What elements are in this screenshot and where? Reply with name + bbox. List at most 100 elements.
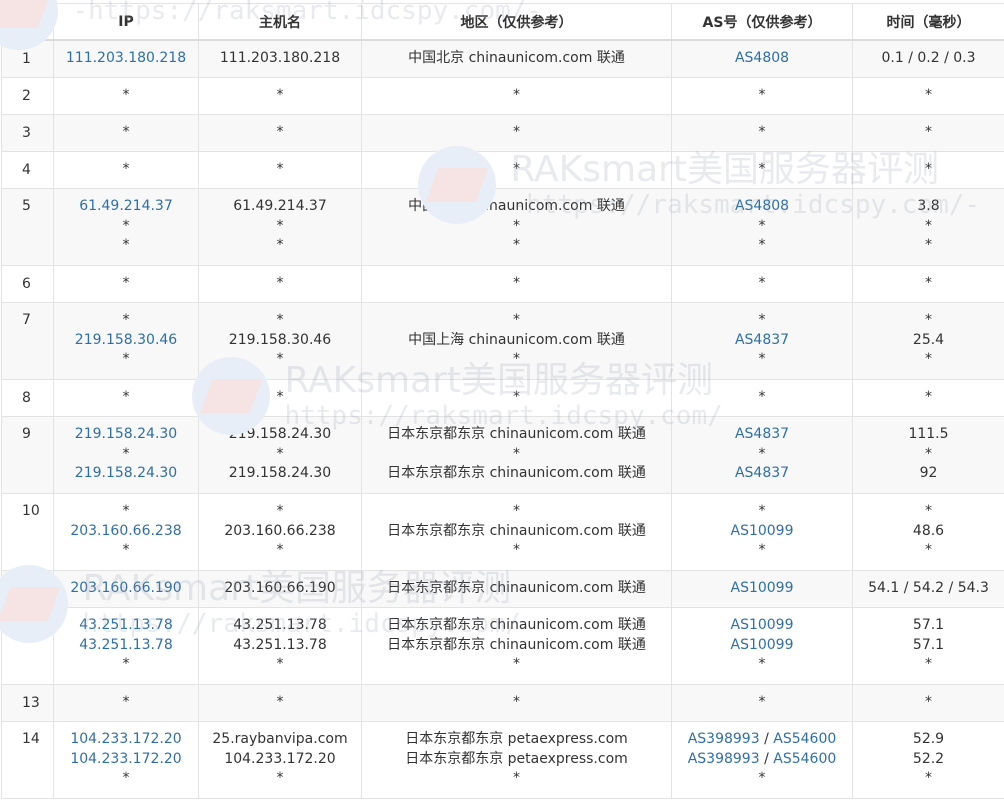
region-line: 中国上海 chinaunicom.com 联通: [408, 331, 625, 348]
time-ms-cell: * 48.6 *: [852, 492, 1004, 571]
ip-link[interactable]: 104.233.172.20: [54, 750, 198, 770]
as-number-cell: AS4808 * *: [671, 187, 853, 266]
as-number-line: *: [672, 769, 852, 789]
hostname-line: 25.raybanvipa.com: [212, 731, 348, 748]
time-ms-cell: 111.5 * 92: [852, 415, 1004, 494]
as-number-link[interactable]: AS4808: [735, 198, 789, 214]
as-number-link[interactable]: AS10099: [731, 637, 794, 653]
as-number-line: AS398993 / AS54600: [672, 730, 852, 750]
region-cell: *: [361, 683, 672, 722]
table-body: 1 111.203.180.218 111.203.180.218 中国北京 chin…: [1, 39, 1004, 799]
time-ms-line: 25.4: [912, 331, 945, 348]
table-row: 9 219.158.24.30 * 219.158.24.30 219.158.24.3…: [1, 415, 1004, 494]
region-line: *: [513, 123, 520, 140]
ip-cell: * 203.160.66.238 *: [53, 492, 199, 571]
as-number-unknown: *: [758, 388, 766, 405]
as-number-cell: AS398993 / AS54600 AS398993 / AS54600 *: [671, 720, 853, 799]
as-number-unknown: *: [758, 445, 766, 462]
time-ms-line: 57.1: [912, 617, 945, 634]
as-number-unknown: *: [758, 770, 766, 787]
table-row: 3 * * * * *: [1, 113, 1004, 152]
hostname-line: *: [276, 237, 284, 254]
region-line: 中国北京 chinaunicom.com 联通: [408, 198, 625, 215]
as-number-link[interactable]: AS4837: [735, 332, 789, 348]
region-line: *: [513, 656, 520, 673]
region-line: 日本东京都东京 chinaunicom.com 联通: [387, 426, 646, 443]
time-ms-cell: *: [852, 264, 1004, 303]
table-row: 4 * * * * *: [1, 150, 1004, 189]
hostname-line: 219.158.24.30: [228, 465, 332, 482]
ip-link[interactable]: 203.160.66.190: [54, 579, 198, 599]
hostname-cell: *: [198, 150, 362, 189]
hostname-cell: *: [198, 113, 362, 152]
as-number-unknown: *: [758, 274, 766, 291]
hostname-cell: * 219.158.30.46 *: [198, 301, 362, 380]
region-line: *: [513, 445, 520, 462]
ip-link[interactable]: 111.203.180.218: [54, 49, 198, 69]
hostname-cell: *: [198, 683, 362, 722]
table-row: 14 104.233.172.20 104.233.172.20 * 25.rayban…: [1, 720, 1004, 799]
time-ms-line: 54.1 / 54.2 / 54.3: [868, 579, 989, 596]
as-number-link[interactable]: AS398993: [688, 751, 760, 767]
ip-link[interactable]: 219.158.30.46: [54, 331, 198, 351]
ip-link[interactable]: 61.49.214.37: [54, 197, 198, 217]
as-number-line: AS4837: [672, 464, 852, 484]
as-separator: /: [759, 731, 774, 748]
ip-line: *: [122, 237, 130, 254]
ip-link[interactable]: 219.158.24.30: [54, 464, 198, 484]
region-cell: 日本东京都东京 petaexpress.com 日本东京都东京 petaexpre…: [361, 720, 672, 799]
hostname-cell: 43.251.13.78 43.251.13.78 *: [198, 606, 362, 685]
ip-link[interactable]: 43.251.13.78: [54, 636, 198, 656]
as-number-line: *: [672, 123, 852, 143]
as-number-link[interactable]: AS10099: [731, 617, 794, 633]
as-number-line: AS10099: [672, 636, 852, 656]
ip-line: *: [122, 123, 130, 140]
table-row: 1 111.203.180.218 111.203.180.218 中国北京 chin…: [1, 39, 1004, 78]
ip-link[interactable]: 104.233.172.20: [54, 730, 198, 750]
time-ms-line: 0.1 / 0.2 / 0.3: [881, 50, 976, 66]
ip-line: *: [122, 217, 130, 234]
as-number-link[interactable]: AS4837: [735, 426, 789, 442]
as-number-link[interactable]: AS4837: [735, 465, 789, 481]
as-number-line: *: [672, 236, 852, 256]
hostname-line: *: [276, 388, 284, 405]
region-line: *: [513, 237, 520, 254]
table-row: 12 43.251.13.78 43.251.13.78 * 43.251.13.78 4…: [1, 606, 1004, 685]
as-number-cell: * AS4837 *: [671, 301, 853, 380]
ip-link[interactable]: 203.160.66.238: [54, 522, 198, 542]
as-number-cell: *: [671, 264, 853, 303]
as-number-line: AS398993 / AS54600: [672, 750, 852, 770]
region-line: 日本东京都东京 chinaunicom.com 联通: [387, 465, 646, 482]
region-line: *: [513, 86, 520, 103]
hostname-line: *: [276, 693, 284, 710]
as-number-link[interactable]: AS4808: [735, 50, 789, 66]
ip-cell: 43.251.13.78 43.251.13.78 *: [53, 606, 199, 685]
ip-link[interactable]: 43.251.13.78: [54, 616, 198, 636]
hostname-cell: 111.203.180.218: [198, 39, 362, 78]
as-number-link[interactable]: AS54600: [773, 731, 836, 747]
time-ms-line: *: [925, 237, 932, 254]
as-number-link[interactable]: AS10099: [731, 523, 794, 539]
hostname-line: *: [276, 770, 284, 787]
hostname-line: *: [276, 274, 284, 291]
ip-line: *: [122, 445, 130, 462]
as-number-cell: *: [671, 113, 853, 152]
ip-line: *: [122, 274, 130, 291]
ip-line: *: [122, 693, 130, 710]
time-ms-cell: *: [852, 683, 1004, 722]
as-number-link[interactable]: AS54600: [773, 751, 836, 767]
hostname-line: *: [276, 542, 284, 559]
as-number-link[interactable]: AS10099: [731, 580, 794, 596]
as-number-unknown: *: [758, 217, 766, 234]
hop-number-cell: 2: [1, 76, 54, 115]
time-ms-cell: 54.1 / 54.2 / 54.3: [852, 569, 1004, 608]
ip-link[interactable]: 219.158.24.30: [54, 425, 198, 445]
hop-number-cell: 11: [1, 569, 54, 608]
as-number-line: *: [672, 217, 852, 237]
time-ms-line: *: [925, 770, 932, 787]
as-number-link[interactable]: AS398993: [688, 731, 760, 747]
hostname-line: *: [276, 351, 284, 368]
as-number-cell: *: [671, 76, 853, 115]
hostname-line: 43.251.13.78: [233, 617, 327, 634]
hostname-cell: *: [198, 76, 362, 115]
